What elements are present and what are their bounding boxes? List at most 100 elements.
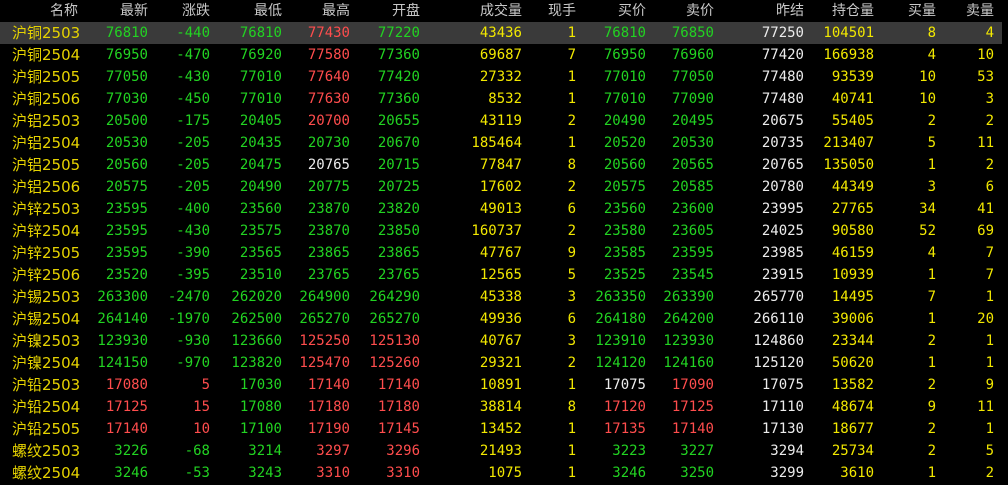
table-row[interactable]: 螺纹2504 3246 -53 3243 3310 3310 1075 1 3246 3250 32… [0, 462, 1008, 484]
table-row[interactable]: 沪镍2504 124150 -970 123820 125470 125260 29321 2… [0, 352, 1008, 374]
cell-volume: 69687 [479, 47, 522, 63]
cell-volume: 40767 [479, 333, 522, 349]
cell-current: 5 [567, 267, 576, 283]
table-row[interactable]: 沪铜2505 77050 -430 77010 77640 77420 27332 1 7701… [0, 66, 1008, 88]
cell-current: 2 [567, 223, 576, 239]
header-bid-qty[interactable]: 买量 [876, 0, 936, 22]
cell-open: 17140 [377, 377, 420, 393]
cell-volume: 49013 [479, 201, 522, 217]
table-row[interactable]: 沪铝2503 20500 -175 20405 20700 20655 43119 2 2049… [0, 110, 1008, 132]
cell-current: 2 [567, 113, 576, 129]
cell-current: 1 [567, 135, 576, 151]
cell-last: 264140 [97, 311, 148, 327]
cell-ask-qty: 2 [985, 465, 994, 481]
cell-bid-qty: 1 [927, 465, 936, 481]
cell-prev-settle: 124860 [753, 333, 804, 349]
table-row[interactable]: 沪铅2504 17125 15 17080 17180 17180 38814 8 17120 1… [0, 396, 1008, 418]
cell-bid: 17075 [603, 377, 646, 393]
cell-name: 沪铜2504 [12, 46, 81, 64]
cell-bid-qty: 4 [927, 245, 936, 261]
cell-last: 20560 [105, 157, 148, 173]
cell-low: 23565 [239, 245, 282, 261]
cell-bid-qty: 1 [927, 311, 936, 327]
cell-ask: 264200 [663, 311, 714, 327]
cell-open: 20715 [377, 157, 420, 173]
cell-volume: 12565 [479, 267, 522, 283]
cell-bid: 20520 [603, 135, 646, 151]
cell-current: 3 [567, 289, 576, 305]
header-volume[interactable]: 成交量 [440, 0, 522, 22]
table-row[interactable]: 沪铜2506 77030 -450 77010 77630 77360 8532 1 77010… [0, 88, 1008, 110]
header-current[interactable]: 现手 [524, 0, 576, 22]
cell-last: 20500 [105, 113, 148, 129]
cell-bid: 20575 [603, 179, 646, 195]
table-row[interactable]: 沪锡2503 263300 -2470 262020 264900 264290 45338… [0, 286, 1008, 308]
table-row[interactable]: 沪铝2505 20560 -205 20475 20765 20715 77847 8 2056… [0, 154, 1008, 176]
cell-bid: 76810 [603, 25, 646, 41]
cell-bid-qty: 2 [927, 421, 936, 437]
header-bid[interactable]: 买价 [578, 0, 646, 22]
table-row[interactable]: 沪铜2504 76950 -470 76920 77580 77360 69687 7 7695… [0, 44, 1008, 66]
cell-ask-qty: 5 [985, 443, 994, 459]
cell-volume: 185464 [471, 135, 522, 151]
cell-open-interest: 3610 [840, 465, 874, 481]
cell-change: -205 [176, 135, 210, 151]
header-low[interactable]: 最低 [212, 0, 282, 22]
cell-high: 17180 [307, 399, 350, 415]
cell-open-interest: 23344 [831, 333, 874, 349]
header-change[interactable]: 涨跌 [150, 0, 210, 22]
header-high[interactable]: 最高 [284, 0, 350, 22]
cell-low: 76810 [239, 25, 282, 41]
cell-high: 23865 [307, 245, 350, 261]
cell-open: 23865 [377, 245, 420, 261]
cell-bid-qty: 1 [927, 355, 936, 371]
cell-ask-qty: 1 [985, 289, 994, 305]
table-row[interactable]: 沪锌2504 23595 -430 23575 23870 23850 160737 2 235… [0, 220, 1008, 242]
table-row[interactable]: 沪锡2504 264140 -1970 262500 265270 265270 49936… [0, 308, 1008, 330]
cell-low: 17030 [239, 377, 282, 393]
header-ask-qty[interactable]: 卖量 [938, 0, 994, 22]
cell-high: 17190 [307, 421, 350, 437]
table-row[interactable]: 沪锌2505 23595 -390 23565 23865 23865 47767 9 2358… [0, 242, 1008, 264]
cell-change: -395 [176, 267, 210, 283]
header-prev-settle[interactable]: 昨结 [736, 0, 804, 22]
cell-last: 23595 [105, 223, 148, 239]
cell-open: 77420 [377, 69, 420, 85]
cell-bid: 123910 [595, 333, 646, 349]
table-row[interactable]: 螺纹2503 3226 -68 3214 3297 3296 21493 1 3223 3227 3… [0, 440, 1008, 462]
cell-ask-qty: 1 [985, 421, 994, 437]
cell-prev-settle: 3299 [770, 465, 804, 481]
header-open[interactable]: 开盘 [352, 0, 420, 22]
cell-bid: 23580 [603, 223, 646, 239]
cell-last: 263300 [97, 289, 148, 305]
cell-open-interest: 50620 [831, 355, 874, 371]
cell-change: -390 [176, 245, 210, 261]
cell-change: -205 [176, 157, 210, 173]
table-row[interactable]: 沪镍2503 123930 -930 123660 125250 125130 40767 3… [0, 330, 1008, 352]
cell-open: 20725 [377, 179, 420, 195]
table-row[interactable]: 沪铅2503 17080 5 17030 17140 17140 10891 1 17075 17… [0, 374, 1008, 396]
cell-bid-qty: 4 [927, 47, 936, 63]
table-row[interactable]: 沪铅2505 17140 10 17100 17190 17145 13452 1 17135 1… [0, 418, 1008, 440]
header-open-interest[interactable]: 持仓量 [806, 0, 874, 22]
cell-open-interest: 213407 [823, 135, 874, 151]
cell-bid-qty: 1 [927, 157, 936, 173]
header-last[interactable]: 最新 [80, 0, 148, 22]
header-ask[interactable]: 卖价 [648, 0, 714, 22]
table-row[interactable]: 沪锌2506 23520 -395 23510 23765 23765 12565 5 2352… [0, 264, 1008, 286]
table-row[interactable]: 沪锌2503 23595 -400 23560 23870 23820 49013 6 2356… [0, 198, 1008, 220]
cell-open-interest: 48674 [831, 399, 874, 415]
header-name[interactable]: 名称 [0, 0, 78, 22]
table-row[interactable]: 沪铜2503 76810 -440 76810 77430 77220 43436 1 7681… [0, 22, 1008, 44]
scrollbar-track[interactable] [1002, 0, 1008, 485]
table-row[interactable]: 沪铝2504 20530 -205 20435 20730 20670 185464 1 205… [0, 132, 1008, 154]
cell-low: 20435 [239, 135, 282, 151]
table-row[interactable]: 沪铝2506 20575 -205 20490 20775 20725 17602 2 2057… [0, 176, 1008, 198]
cell-ask-qty: 11 [977, 135, 994, 151]
cell-name: 沪铝2506 [12, 178, 81, 196]
cell-name: 沪铜2506 [12, 90, 81, 108]
cell-last: 23595 [105, 245, 148, 261]
cell-low: 262020 [231, 289, 282, 305]
cell-prev-settle: 266110 [753, 311, 804, 327]
cell-volume: 43119 [479, 113, 522, 129]
